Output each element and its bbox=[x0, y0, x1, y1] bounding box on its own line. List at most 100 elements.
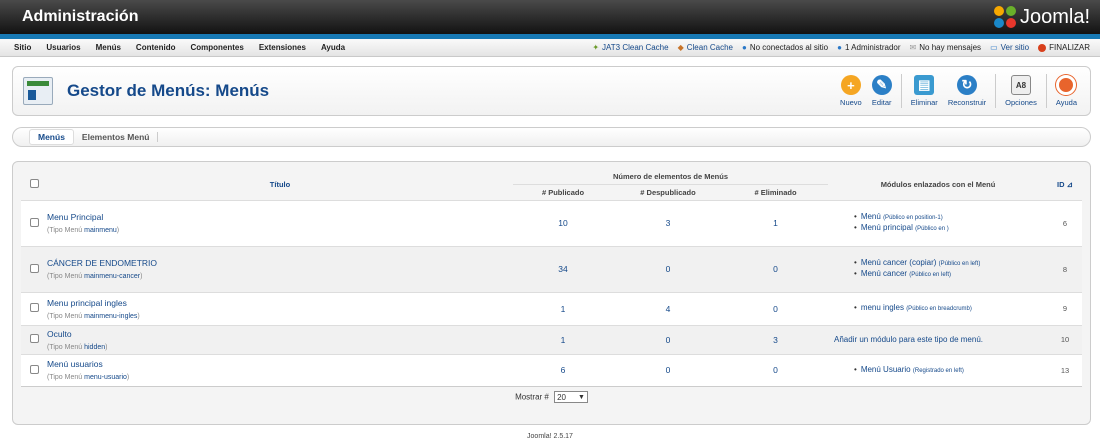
rebuild-button[interactable]: ↻ Reconstruir bbox=[943, 75, 991, 107]
module-link[interactable]: • menu ingles (Público en breadcrumb) bbox=[854, 303, 1048, 314]
table-row: CÁNCER DE ENDOMETRIO (Tipo Menú mainmenu… bbox=[21, 246, 1082, 292]
unpublished-count-link[interactable]: 0 bbox=[666, 365, 671, 375]
menu-type: mainmenu bbox=[84, 227, 117, 234]
row-id: 6 bbox=[1062, 218, 1068, 228]
menu-title-link[interactable]: CÁNCER DE ENDOMETRIO bbox=[47, 258, 513, 268]
items-group-header: Número de elementos de Menús bbox=[612, 172, 729, 182]
trash-icon: ▤ bbox=[914, 75, 935, 95]
main-menubar: Sitio Usuarios Menús Contenido Component… bbox=[0, 39, 1100, 57]
select-all-checkbox[interactable] bbox=[29, 179, 39, 189]
help-button[interactable]: Ayuda bbox=[1051, 75, 1082, 107]
sort-icon: ⊿ bbox=[1066, 180, 1073, 190]
submenu-tabs: Menús Elementos Menú bbox=[12, 127, 1091, 147]
messages-link[interactable]: ✉ No hay mensajes bbox=[910, 43, 982, 52]
clean-cache-icon: ◆ bbox=[677, 43, 684, 52]
row-id: 8 bbox=[1062, 264, 1068, 274]
lifebuoy-icon bbox=[1056, 75, 1077, 95]
menu-title-link[interactable]: Menu Principal bbox=[47, 212, 513, 222]
table-row: Menu Principal (Tipo Menú mainmenu) 10 3… bbox=[21, 200, 1082, 246]
id-column-header[interactable]: ID ⊿ bbox=[1048, 170, 1082, 200]
view-site-link[interactable]: ▭ Ver sitio bbox=[990, 43, 1029, 52]
pencil-icon: ✎ bbox=[871, 75, 892, 95]
menu-usuarios[interactable]: Usuarios bbox=[46, 43, 80, 52]
menu-ayuda[interactable]: Ayuda bbox=[321, 43, 345, 52]
unpublished-count-link[interactable]: 0 bbox=[666, 264, 671, 274]
toolbar-divider bbox=[1045, 74, 1047, 108]
toolbar-box: Gestor de Menús: Menús + Nuevo ✎ Editar … bbox=[12, 66, 1091, 116]
menu-type: menu-usuario bbox=[84, 374, 127, 381]
new-button[interactable]: + Nuevo bbox=[835, 75, 867, 107]
published-column-header: # Publicado bbox=[513, 183, 613, 200]
module-link[interactable]: • Menú (Público en position-1) bbox=[854, 212, 1048, 223]
menus-table: Título Número de elementos de Menús Módu… bbox=[21, 170, 1082, 408]
add-module-link[interactable]: Añadir un módulo para este tipo de menú. bbox=[834, 335, 1048, 345]
menu-type: mainmenu-ingles bbox=[84, 312, 138, 320]
power-icon bbox=[1038, 43, 1047, 52]
menu-title-link[interactable]: Menu principal ingles bbox=[47, 298, 513, 308]
jat3-clean-cache-link[interactable]: ✦ JAT3 Clean Cache bbox=[592, 43, 668, 52]
table-row: Oculto (Tipo Menú hidden) 1 0 3 Añadir u… bbox=[21, 325, 1082, 354]
module-link[interactable]: • Menú principal (Público en ) bbox=[854, 223, 1048, 234]
module-link[interactable]: • Menú cancer (Público en left) bbox=[854, 269, 1048, 280]
unpublished-count-link[interactable]: 3 bbox=[666, 218, 671, 228]
row-checkbox[interactable] bbox=[29, 263, 39, 273]
show-count-select[interactable]: 20 ▼ bbox=[554, 391, 588, 404]
row-checkbox[interactable] bbox=[29, 334, 39, 343]
joomla-logo-text: Joomla! bbox=[1019, 5, 1090, 28]
trashed-column-header: # Eliminado bbox=[723, 183, 828, 200]
trashed-count-link[interactable]: 0 bbox=[773, 304, 778, 314]
row-checkbox[interactable] bbox=[29, 364, 39, 374]
published-count-link[interactable]: 6 bbox=[561, 365, 566, 375]
table-row: Menú usuarios (Tipo Menú menu-usuario) 6… bbox=[21, 354, 1082, 386]
menu-title-link[interactable]: Menú usuarios bbox=[47, 359, 513, 369]
pagination-footer: Mostrar # 20 ▼ bbox=[21, 385, 1082, 408]
plus-icon: + bbox=[840, 75, 861, 95]
options-button[interactable]: A8 Opciones bbox=[1000, 75, 1042, 107]
not-connected-status: ● No conectados al sitio bbox=[742, 43, 829, 52]
admin-title: Administración bbox=[22, 8, 139, 25]
admin-count-status: ● 1 Administrador bbox=[837, 43, 901, 52]
menu-title-link[interactable]: Oculto bbox=[47, 329, 513, 339]
unpublished-count-link[interactable]: 0 bbox=[666, 335, 671, 345]
menu-sitio[interactable]: Sitio bbox=[14, 43, 31, 52]
module-link[interactable]: • Menú cancer (copiar) (Público en left) bbox=[854, 258, 1048, 269]
published-count-link[interactable]: 34 bbox=[558, 264, 567, 274]
menu-contenido[interactable]: Contenido bbox=[136, 43, 176, 52]
logout-link[interactable]: FINALIZAR bbox=[1038, 43, 1090, 52]
delete-button[interactable]: ▤ Eliminar bbox=[906, 75, 943, 107]
menu-extensiones[interactable]: Extensiones bbox=[259, 43, 306, 52]
broom-icon: ✦ bbox=[592, 43, 600, 52]
joomla-logo: Joomla! bbox=[993, 5, 1090, 29]
mail-icon: ✉ bbox=[909, 43, 917, 52]
version-footer: Joomla! 2.5.17 bbox=[527, 433, 573, 440]
show-count-label: Mostrar # bbox=[515, 392, 549, 402]
title-column-header[interactable]: Título bbox=[47, 170, 513, 200]
joomla-logo-icon bbox=[993, 6, 1016, 28]
row-checkbox[interactable] bbox=[29, 217, 39, 227]
row-id: 10 bbox=[1060, 335, 1070, 344]
module-link[interactable]: • Menú Usuario (Registrado en left) bbox=[854, 365, 1048, 376]
monitor-icon: ▭ bbox=[990, 43, 998, 52]
row-checkbox[interactable] bbox=[29, 303, 39, 312]
published-count-link[interactable]: 1 bbox=[561, 335, 566, 345]
menu-componentes[interactable]: Componentes bbox=[190, 43, 243, 52]
menu-menus[interactable]: Menús bbox=[96, 43, 121, 52]
clean-cache-link[interactable]: ◆ Clean Cache bbox=[678, 43, 733, 52]
tab-menus[interactable]: Menús bbox=[29, 129, 74, 145]
published-count-link[interactable]: 10 bbox=[558, 218, 567, 228]
published-count-link[interactable]: 1 bbox=[561, 304, 566, 314]
trashed-count-link[interactable]: 0 bbox=[773, 264, 778, 274]
refresh-icon: ↻ bbox=[956, 75, 977, 95]
trashed-count-link[interactable]: 0 bbox=[773, 365, 778, 375]
edit-button[interactable]: ✎ Editar bbox=[867, 75, 897, 107]
users-icon: ● bbox=[742, 43, 747, 52]
unpublished-count-link[interactable]: 4 bbox=[666, 304, 671, 314]
trashed-count-link[interactable]: 1 bbox=[773, 218, 778, 228]
menu-type: mainmenu-cancer bbox=[84, 273, 141, 280]
chevron-down-icon: ▼ bbox=[578, 393, 585, 401]
table-row: Menu principal ingles (Tipo Menú mainmen… bbox=[21, 292, 1082, 325]
menu-manager-icon bbox=[23, 77, 53, 105]
trashed-count-link[interactable]: 3 bbox=[773, 335, 778, 345]
toolbar-divider bbox=[900, 74, 902, 108]
tab-elementos-menu[interactable]: Elementos Menú bbox=[74, 132, 159, 142]
